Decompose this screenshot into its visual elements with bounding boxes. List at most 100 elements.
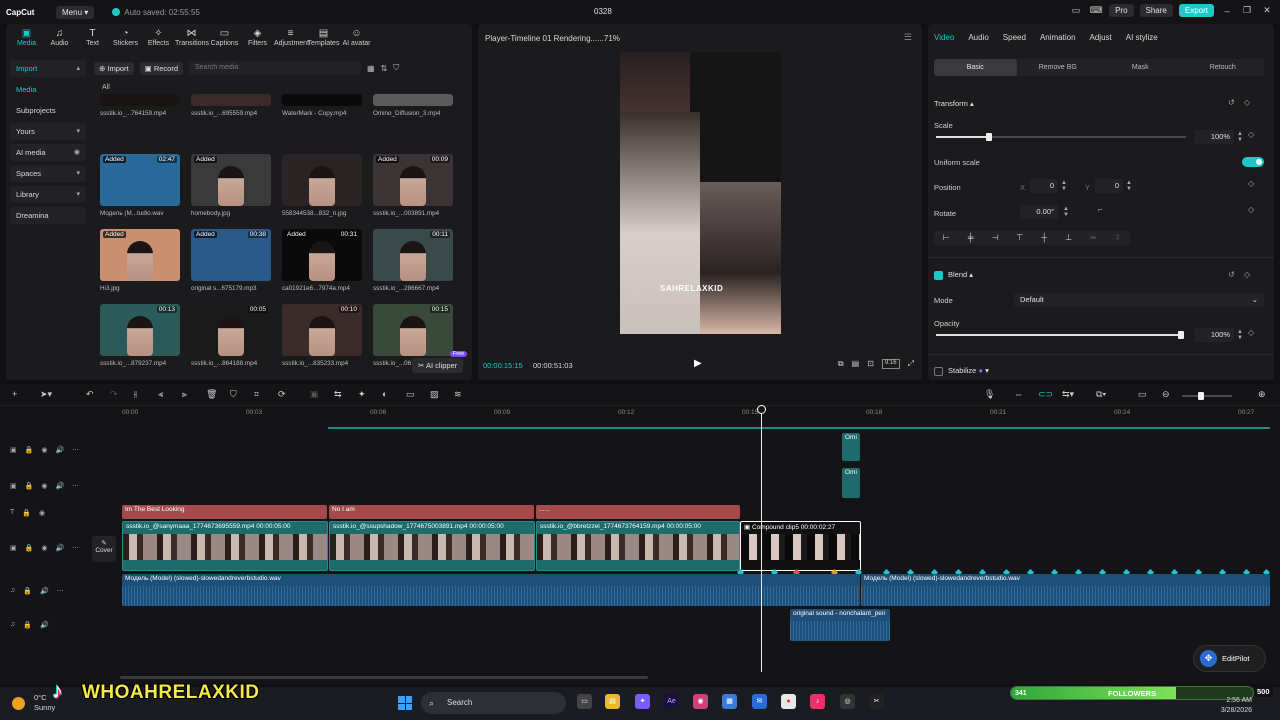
task-view-icon[interactable]: ▭: [577, 694, 592, 709]
text-clip[interactable]: Im The Best Looking: [122, 505, 327, 519]
obs-icon[interactable]: ◎: [840, 694, 855, 709]
playhead[interactable]: [761, 406, 762, 672]
audio-wave-icon[interactable]: ≋: [454, 389, 462, 400]
microphone-icon[interactable]: 🎙: [984, 389, 995, 400]
ratio-button[interactable]: 9:16: [881, 359, 900, 369]
delete-icon[interactable]: 🗑: [206, 389, 217, 400]
transform-title[interactable]: Transform ▴: [934, 99, 974, 108]
opacity-value[interactable]: 100%: [1194, 328, 1234, 342]
blend-checkbox[interactable]: [934, 271, 943, 280]
record-button[interactable]: ▣ Record: [139, 61, 183, 75]
subtab-remove-bg[interactable]: Remove BG: [1017, 59, 1100, 76]
player-menu-icon[interactable]: ☰: [904, 32, 912, 43]
export-button[interactable]: Export: [1178, 4, 1214, 17]
nav-item-library[interactable]: Library ▾: [10, 186, 86, 203]
windows-start-icon[interactable]: [398, 696, 412, 710]
overlay-clip[interactable]: Omi: [842, 433, 860, 461]
stabilize-title[interactable]: Stabilize ● ▾: [948, 366, 989, 375]
crop-tool-icon[interactable]: ⌗: [254, 389, 259, 400]
distribute-h-icon[interactable]: ⇹: [1081, 231, 1106, 245]
align-middle-icon[interactable]: ┼: [1032, 231, 1057, 245]
blend-reset-icon[interactable]: ↺: [1228, 270, 1235, 279]
mail-icon[interactable]: ✉: [752, 694, 767, 709]
scale-keyframe-icon[interactable]: ◇: [1248, 130, 1254, 139]
tab-adjust[interactable]: Adjust: [1090, 33, 1112, 42]
tab-video[interactable]: Video: [934, 33, 954, 42]
position-y-input[interactable]: 0: [1095, 179, 1123, 193]
marker-icon[interactable]: ⛉: [230, 389, 237, 400]
taskbar-search[interactable]: ⌕ Search: [421, 692, 566, 714]
tool-ai-avatar[interactable]: ☺ AI avatar: [340, 28, 373, 47]
add-track-icon[interactable]: +: [12, 389, 17, 399]
nav-item-subprojects[interactable]: Subprojects: [10, 102, 86, 119]
media-tile[interactable]: ssstik.io_...695559.mp4: [191, 94, 271, 117]
snap-icon[interactable]: ⇆▾: [1062, 389, 1074, 400]
fullscreen-icon[interactable]: ⤢: [908, 359, 914, 369]
subtab-mask[interactable]: Mask: [1099, 59, 1182, 76]
maximize-icon[interactable]: ❐: [1240, 5, 1254, 16]
lock-icon[interactable]: 🔒: [25, 446, 34, 454]
align-center-icon[interactable]: ╪: [959, 231, 984, 245]
lock-icon[interactable]: 🔒: [23, 587, 32, 595]
layout-icon[interactable]: ▭: [1069, 5, 1083, 16]
distribute-v-icon[interactable]: ⇳: [1106, 231, 1131, 245]
media-tile[interactable]: 00:13 ssstik.io_...879237.mp4: [100, 304, 180, 367]
opacity-slider-handle[interactable]: [1178, 331, 1184, 339]
tool-text[interactable]: T Text: [76, 28, 109, 47]
scale-value[interactable]: 100%: [1194, 130, 1234, 144]
stabilize-checkbox[interactable]: [934, 367, 943, 376]
mute-icon[interactable]: 🔊: [55, 446, 64, 454]
redo-icon[interactable]: ↷: [110, 389, 118, 400]
link-icon[interactable]: ⇔: [1014, 389, 1023, 399]
chrome-icon[interactable]: ●: [781, 694, 796, 709]
image-icon[interactable]: ▨: [430, 389, 439, 400]
align-right-icon[interactable]: ⊣: [983, 231, 1008, 245]
mute-icon[interactable]: 🔊: [40, 621, 49, 629]
scale-slider-handle[interactable]: [985, 133, 992, 141]
visibility-icon[interactable]: ◉: [41, 482, 47, 490]
media-tile[interactable]: Added 02:47 Модель (M...tudio.wav: [100, 154, 180, 217]
quality-icon[interactable]: ▤: [852, 359, 860, 369]
media-tile[interactable]: ssstik.io_...764159.mp4: [100, 94, 180, 117]
subtab-retouch[interactable]: Retouch: [1182, 59, 1265, 76]
more-icon[interactable]: ⋯: [72, 482, 79, 490]
subtab-basic[interactable]: Basic: [934, 59, 1017, 76]
screenshot-icon[interactable]: ⊡: [867, 359, 874, 369]
tool-media[interactable]: ▣ Media: [10, 28, 43, 47]
split-icon[interactable]: ⫲: [134, 389, 137, 400]
video-clip[interactable]: ssstik.io_@bbretzzel_1774673764159.mp4 0…: [536, 521, 740, 571]
project-title[interactable]: 0328: [594, 7, 612, 16]
keyframe-icon[interactable]: ◇: [1244, 98, 1250, 107]
media-tile[interactable]: Added Hi3.jpg: [100, 229, 180, 292]
preview-axis-icon[interactable]: ⧉▾: [1096, 389, 1106, 400]
media-tile[interactable]: Omino_Diffusion_3.mp4: [373, 94, 453, 117]
store-icon[interactable]: ▦: [722, 694, 737, 709]
menu-button[interactable]: Menu ▾: [56, 5, 95, 19]
position-y-stepper-icon[interactable]: ▲ ▼: [1126, 180, 1132, 192]
opacity-slider[interactable]: [936, 331, 1184, 339]
ai-clipper-button[interactable]: ✂ AI clipper Free: [412, 351, 468, 373]
weather-widget[interactable]: 0°C Sunny: [12, 693, 55, 713]
lock-icon[interactable]: 🔒: [25, 544, 34, 552]
tab-speed[interactable]: Speed: [1003, 33, 1026, 42]
minimize-icon[interactable]: –: [1220, 6, 1234, 16]
undo-icon[interactable]: ↶: [86, 389, 94, 400]
speed-icon[interactable]: ⟳: [278, 389, 286, 400]
auto-caption-icon[interactable]: ▭: [406, 389, 415, 400]
visibility-icon[interactable]: ◉: [41, 446, 47, 454]
compound-clip[interactable]: ▣ Compound clip5 00:00:02:27: [740, 521, 861, 571]
media-tile[interactable]: Added 00:31 ca01921e6...7974a.mp4: [282, 229, 362, 292]
uniform-scale-toggle[interactable]: [1242, 157, 1264, 167]
nav-item-yours[interactable]: Yours ▾: [10, 123, 86, 140]
blend-keyframe-icon[interactable]: ◇: [1244, 270, 1250, 279]
rotate-keyframe-icon[interactable]: ◇: [1248, 205, 1254, 214]
audio-clip[interactable]: Модель (Model) (slowed)-slowedandreverbs…: [861, 574, 1270, 606]
tab-audio[interactable]: Audio: [968, 33, 988, 42]
pro-button[interactable]: Pro: [1109, 4, 1134, 17]
mute-icon[interactable]: 🔊: [55, 544, 64, 552]
preview-canvas[interactable]: SAHRELAXKID: [620, 52, 781, 334]
file-explorer-icon[interactable]: ▤: [605, 694, 620, 709]
nav-item-media[interactable]: Media: [10, 81, 86, 98]
share-button[interactable]: Share: [1139, 4, 1173, 17]
media-search-input[interactable]: Search media: [189, 61, 361, 75]
